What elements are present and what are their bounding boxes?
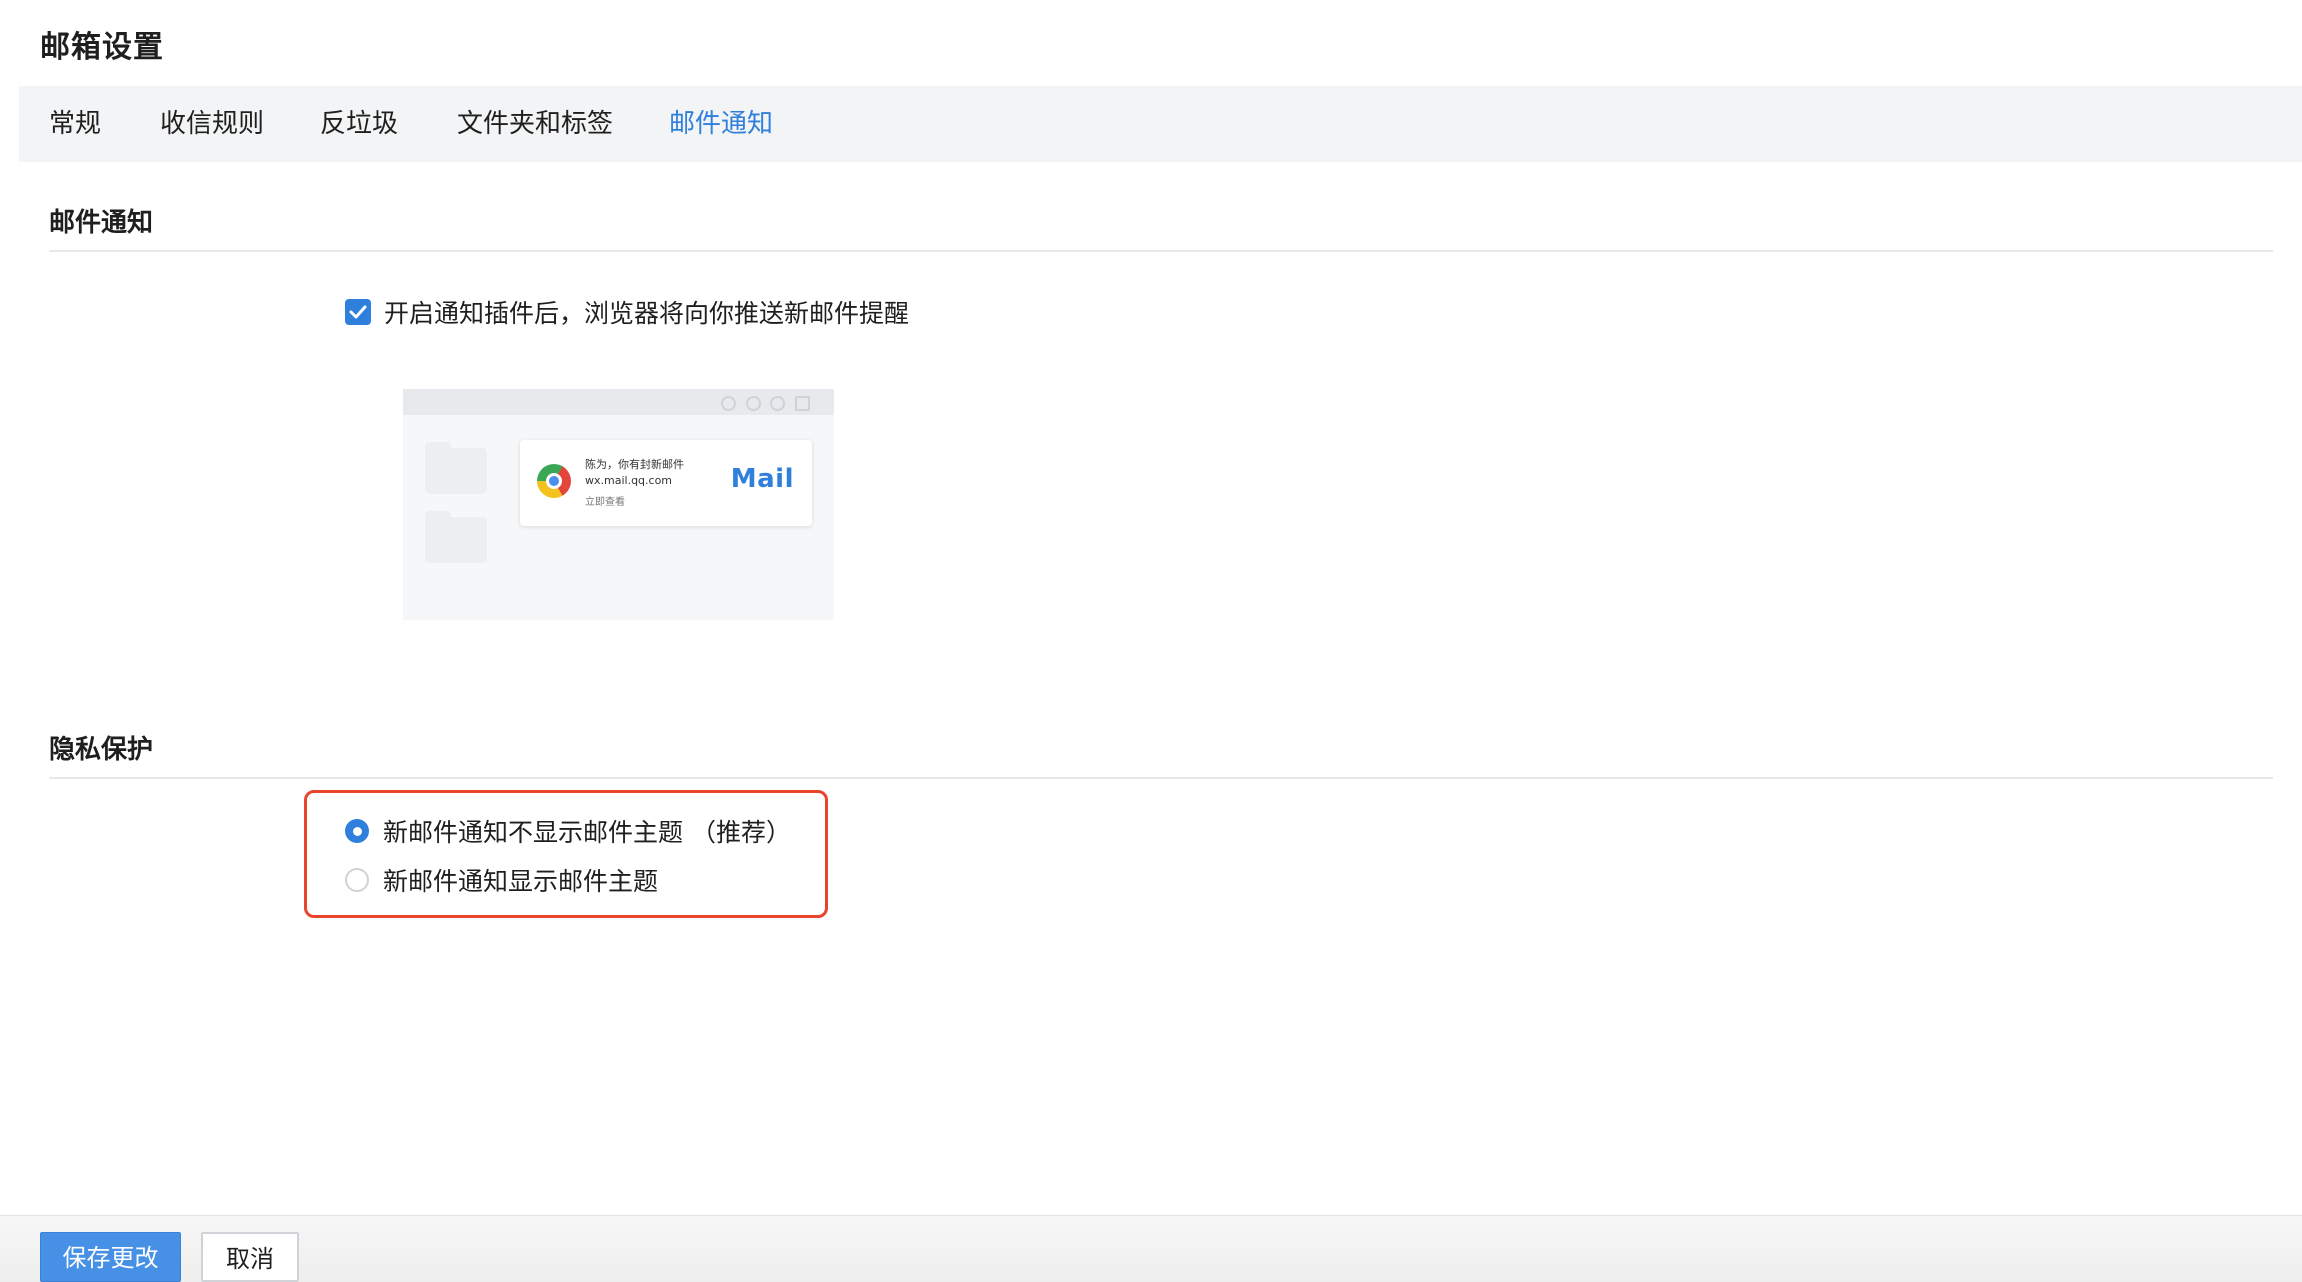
settings-tabbar: 常规 收信规则 反垃圾 文件夹和标签 邮件通知	[19, 86, 2302, 162]
notification-toggle-row[interactable]: 开启通知插件后，浏览器将向你推送新邮件提醒	[345, 296, 909, 328]
tab-mail-notification[interactable]: 邮件通知	[669, 86, 773, 162]
notification-section-title: 邮件通知	[49, 208, 154, 238]
mail-logo: Mail	[730, 464, 794, 494]
footer-bar: 保存更改 取消	[0, 1215, 2302, 1282]
radio-unselected[interactable]	[345, 868, 369, 892]
privacy-option-label: 新邮件通知显示邮件主题	[383, 867, 659, 896]
folder-icon	[425, 511, 487, 563]
tab-folders-labels[interactable]: 文件夹和标签	[457, 86, 613, 162]
tab-anti-spam[interactable]: 反垃圾	[320, 86, 398, 162]
page-title: 邮箱设置	[40, 30, 164, 65]
folder-icon	[425, 442, 487, 494]
privacy-option-hide-subject[interactable]: 新邮件通知不显示邮件主题 （推荐）	[345, 815, 791, 847]
notification-card: 陈为，你有封新邮件 wx.mail.qq.com 立即查看 Mail	[520, 440, 812, 526]
radio-selected[interactable]	[345, 819, 369, 843]
section-divider	[49, 250, 2273, 252]
chrome-icon	[537, 464, 571, 498]
section-divider	[49, 777, 2273, 779]
tab-general[interactable]: 常规	[49, 86, 101, 162]
notification-line1: 陈为，你有封新邮件	[585, 458, 684, 471]
privacy-option-show-subject[interactable]: 新邮件通知显示邮件主题	[345, 864, 658, 896]
settings-page: 邮箱设置 常规 收信规则 反垃圾 文件夹和标签 邮件通知 邮件通知 开启通知插件…	[0, 0, 2302, 1282]
privacy-options-highlight	[304, 790, 828, 918]
cancel-button[interactable]: 取消	[201, 1232, 299, 1282]
notification-checkbox-label: 开启通知插件后，浏览器将向你推送新邮件提醒	[384, 299, 910, 328]
menu-icon	[795, 396, 810, 411]
checkmark-icon	[349, 305, 367, 319]
privacy-option-label: 新邮件通知不显示邮件主题 （推荐）	[383, 818, 791, 847]
clock-icon	[746, 396, 761, 411]
tab-receive-rules[interactable]: 收信规则	[160, 86, 264, 162]
notification-line2: wx.mail.qq.com	[585, 474, 673, 487]
privacy-section-title: 隐私保护	[49, 735, 154, 765]
notification-preview-image: 陈为，你有封新邮件 wx.mail.qq.com 立即查看 Mail	[403, 389, 834, 620]
notification-line3: 立即查看	[585, 497, 625, 508]
save-button[interactable]: 保存更改	[40, 1232, 181, 1282]
preview-menubar	[403, 389, 834, 415]
search-icon	[770, 396, 785, 411]
wifi-icon	[721, 396, 736, 411]
notification-checkbox[interactable]	[345, 299, 371, 325]
